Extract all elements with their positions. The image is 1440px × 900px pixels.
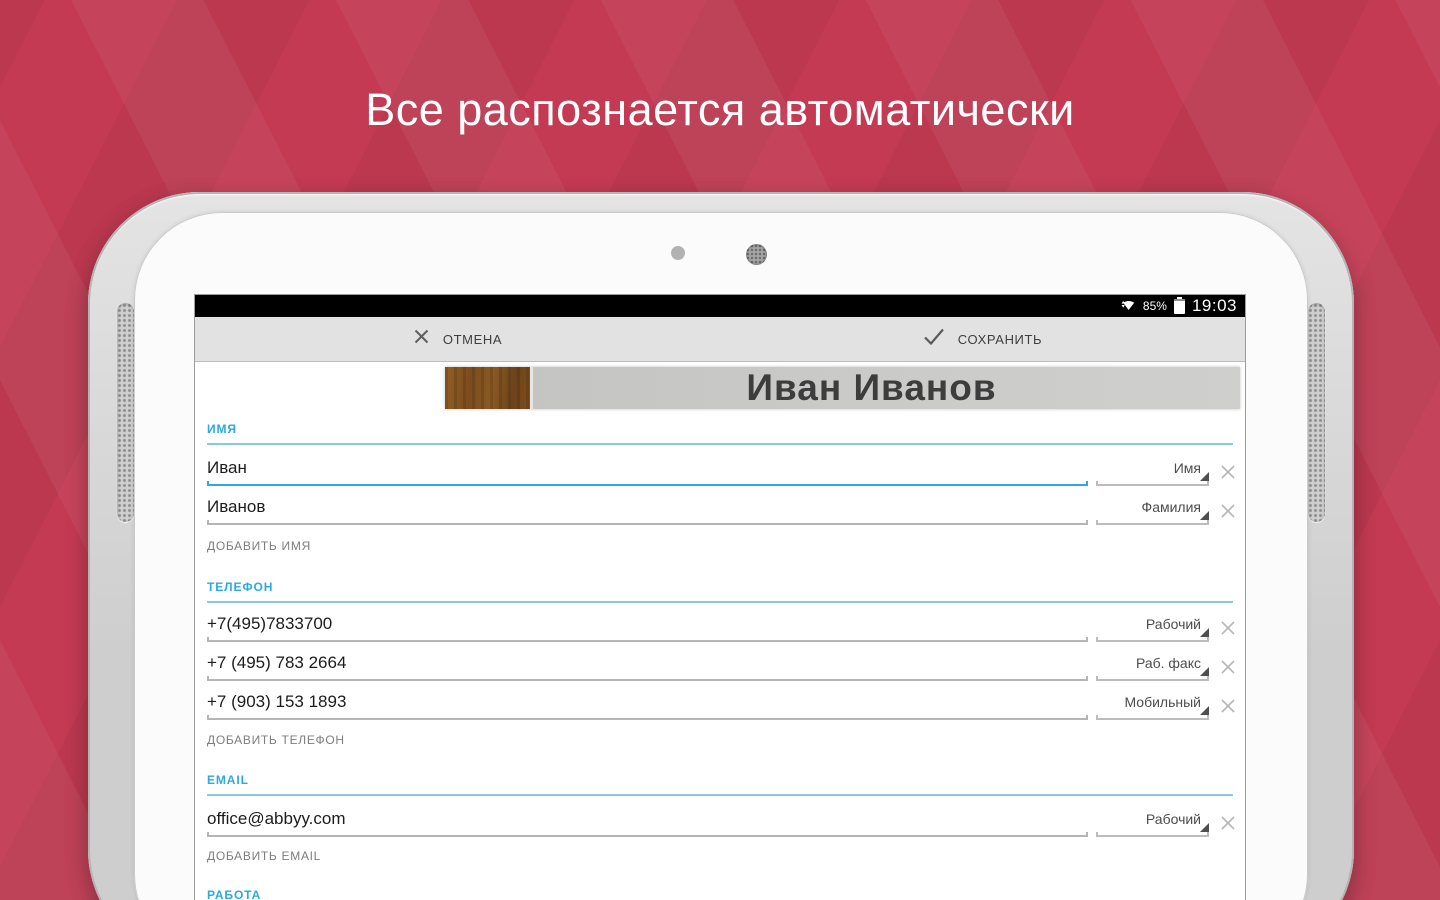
dropdown-caret-icon — [1200, 628, 1209, 637]
field-row-last-name: Иванов Фамилия — [195, 486, 1245, 525]
light-sensor-dot — [671, 246, 685, 260]
remove-field-button[interactable] — [1209, 681, 1239, 720]
field-row-first-name: Иван Имя — [195, 445, 1245, 486]
cancel-button[interactable]: ОТМЕНА — [195, 317, 720, 361]
spinner-underline — [1096, 715, 1209, 720]
tablet-device: 85% 19:03 ОТМЕНА СОХРАНИТЬ Иван Иванов И… — [88, 192, 1354, 900]
phone-mobile-input[interactable]: +7 (903) 153 1893 — [207, 692, 346, 712]
tablet-screen: 85% 19:03 ОТМЕНА СОХРАНИТЬ Иван Иванов И… — [195, 295, 1245, 900]
add-email-button[interactable]: ДОБАВИТЬ EMAIL — [195, 837, 1245, 875]
field-type-label: Мобильный — [1124, 694, 1201, 710]
field-type-spinner[interactable]: Раб. факс — [1096, 642, 1209, 681]
left-speaker-grille-icon — [117, 303, 134, 522]
card-photo-fragment — [445, 367, 533, 409]
section-title: РАБОТА — [207, 888, 262, 900]
page-title: Все распознается автоматически — [365, 84, 1075, 135]
promo-page: Все распознается автоматически 85% 19:03 — [0, 0, 1440, 900]
save-button[interactable]: СОХРАНИТЬ — [720, 317, 1245, 361]
dropdown-caret-icon — [1200, 511, 1209, 520]
field-row-email-work: office@abbyy.com Рабочий — [195, 796, 1245, 837]
section-header-work: РАБОТА — [207, 875, 1233, 900]
section-title: ИМЯ — [207, 422, 237, 436]
field-type-label: Раб. факс — [1135, 655, 1201, 671]
last-name-input[interactable]: Иванов — [207, 497, 265, 517]
section-title: EMAIL — [207, 773, 249, 787]
remove-field-button[interactable] — [1209, 445, 1239, 486]
field-type-spinner[interactable]: Имя — [1096, 445, 1209, 486]
remove-field-button[interactable] — [1209, 486, 1239, 525]
x-icon — [413, 328, 430, 350]
battery-percent: 85% — [1142, 299, 1167, 313]
check-icon — [923, 328, 945, 350]
dropdown-caret-icon — [1200, 823, 1209, 832]
section-header-email: EMAIL — [207, 760, 1233, 796]
battery-icon — [1173, 296, 1185, 314]
business-card-preview: Иван Иванов — [445, 367, 1240, 409]
section-header-name: ИМЯ — [207, 409, 1233, 445]
first-name-input[interactable]: Иван — [207, 458, 247, 478]
right-speaker-grille-icon — [1308, 303, 1325, 522]
remove-field-button[interactable] — [1209, 642, 1239, 681]
section-title: ТЕЛЕФОН — [207, 580, 274, 594]
dropdown-caret-icon — [1200, 706, 1209, 715]
action-bar: ОТМЕНА СОХРАНИТЬ — [195, 317, 1245, 362]
card-recognized-name: Иван Иванов — [746, 367, 997, 408]
contact-edit-form[interactable]: Иван Иванов ИМЯ Иван Имя Иванов Фамилия … — [195, 362, 1245, 900]
field-type-label: Рабочий — [1145, 616, 1201, 632]
field-type-spinner[interactable]: Фамилия — [1096, 486, 1209, 525]
field-row-phone-mobile: +7 (903) 153 1893 Мобильный — [195, 681, 1245, 720]
x-icon — [1221, 660, 1235, 674]
phone-fax-input[interactable]: +7 (495) 783 2664 — [207, 653, 346, 673]
x-icon — [1221, 504, 1235, 518]
field-underline — [207, 715, 1088, 720]
phone-work-input[interactable]: +7(495)7833700 — [207, 614, 332, 634]
field-type-label: Рабочий — [1145, 811, 1201, 827]
cancel-label: ОТМЕНА — [442, 331, 503, 347]
field-type-spinner[interactable]: Рабочий — [1096, 796, 1209, 837]
status-bar: 85% 19:03 — [195, 295, 1245, 317]
x-icon — [1221, 621, 1235, 635]
spinner-underline — [1096, 832, 1209, 837]
add-name-button[interactable]: ДОБАВИТЬ ИМЯ — [195, 525, 1245, 567]
field-type-spinner[interactable]: Мобильный — [1096, 681, 1209, 720]
remove-field-button[interactable] — [1209, 603, 1239, 642]
field-underline — [207, 520, 1088, 525]
save-label: СОХРАНИТЬ — [957, 331, 1043, 347]
section-header-phone: ТЕЛЕФОН — [207, 567, 1233, 603]
field-type-label: Имя — [1173, 460, 1201, 476]
field-underline — [207, 832, 1088, 837]
email-work-input[interactable]: office@abbyy.com — [207, 809, 346, 829]
remove-field-button[interactable] — [1209, 796, 1239, 837]
clock: 19:03 — [1191, 296, 1237, 315]
field-type-spinner[interactable]: Рабочий — [1096, 603, 1209, 642]
spinner-underline — [1096, 520, 1209, 525]
x-icon — [1221, 699, 1235, 713]
field-row-phone-fax: +7 (495) 783 2664 Раб. факс — [195, 642, 1245, 681]
add-phone-button[interactable]: ДОБАВИТЬ ТЕЛЕФОН — [195, 720, 1245, 760]
x-icon — [1221, 816, 1235, 830]
x-icon — [1221, 465, 1235, 479]
wifi-icon — [1120, 297, 1136, 316]
dropdown-caret-icon — [1200, 667, 1209, 676]
field-type-label: Фамилия — [1141, 499, 1201, 515]
dropdown-caret-icon — [1200, 472, 1209, 481]
field-row-phone-work: +7(495)7833700 Рабочий — [195, 603, 1245, 642]
front-camera-icon — [746, 244, 767, 265]
